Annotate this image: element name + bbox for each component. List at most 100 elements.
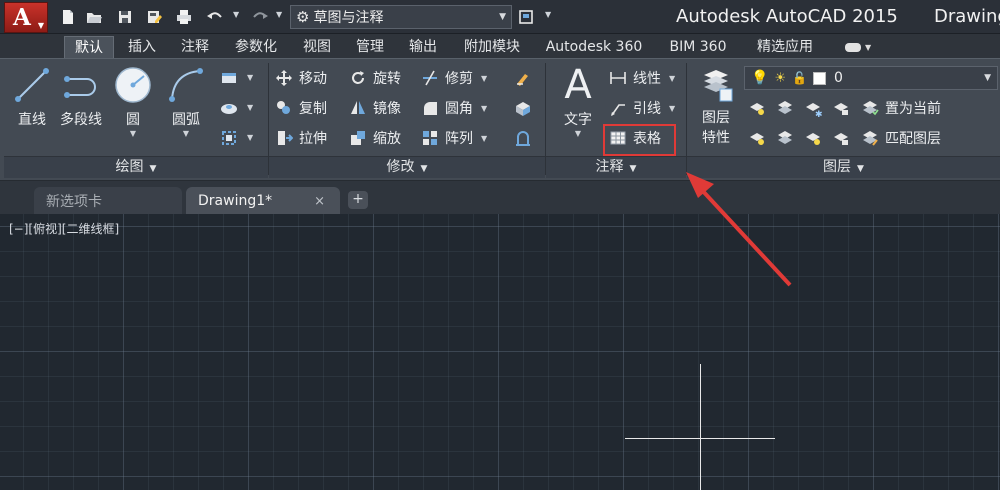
tab-addins[interactable]: 附加模块 xyxy=(452,36,532,58)
trim-button[interactable]: 修剪 ▼ xyxy=(420,65,487,91)
circle-icon xyxy=(115,67,151,103)
text-button[interactable]: A 文字 ▼ xyxy=(558,65,598,138)
tab-view[interactable]: 视图 xyxy=(294,36,340,58)
tab-parametric[interactable]: 参数化 xyxy=(224,36,288,58)
undo-dropdown-icon[interactable]: ▼ xyxy=(233,10,239,19)
layer-properties-button[interactable]: 图层 特性 xyxy=(696,65,736,147)
tab-bim-360[interactable]: BIM 360 xyxy=(658,36,738,58)
file-tab-drawing1[interactable]: Drawing1* × xyxy=(186,187,340,215)
leader-button[interactable]: 引线 ▼ xyxy=(608,95,675,121)
trim-icon xyxy=(423,70,437,86)
explode-button[interactable] xyxy=(512,97,534,119)
layer-on-button[interactable] xyxy=(746,127,768,149)
tab-default[interactable]: 默认 xyxy=(64,36,114,58)
new-tab-button[interactable]: + xyxy=(348,191,368,209)
boundary-button[interactable] xyxy=(218,127,240,149)
chevron-down-icon[interactable]: ▼ xyxy=(130,129,136,138)
chevron-down-icon[interactable]: ▼ xyxy=(669,74,675,83)
layer-select[interactable]: 💡 ☀ 🔓 0 ▼ xyxy=(744,66,998,90)
stretch-icon xyxy=(278,131,293,145)
layer-freeze-button[interactable]: ✱ xyxy=(802,97,824,119)
application-menu-button[interactable]: A ▼ xyxy=(4,2,48,33)
draw-panel-footer[interactable]: 绘图 ▼ xyxy=(4,156,268,178)
copy-button[interactable]: 复制 xyxy=(274,95,327,121)
tab-annotate[interactable]: 注释 xyxy=(170,36,220,58)
linear-label: 线性 xyxy=(633,71,661,87)
tab-output[interactable]: 输出 xyxy=(400,36,446,58)
array-button[interactable]: 阵列 ▼ xyxy=(420,125,487,151)
print-icon xyxy=(177,10,191,24)
open-icon xyxy=(87,13,102,23)
rectangle-button[interactable] xyxy=(218,67,240,89)
print-button[interactable] xyxy=(172,6,196,28)
rotate-button[interactable]: 旋转 xyxy=(348,65,401,91)
rectangle-icon xyxy=(222,73,236,83)
chevron-down-icon[interactable]: ▼ xyxy=(575,129,581,138)
tab-insert[interactable]: 插入 xyxy=(117,36,167,58)
rotate-icon xyxy=(352,71,364,84)
save-button[interactable] xyxy=(113,6,137,28)
viewport-controls[interactable]: [−][俯视][二维线框] xyxy=(9,220,119,237)
circle-button[interactable]: 圆 ▼ xyxy=(113,65,153,138)
chevron-down-icon[interactable]: ▼ xyxy=(183,129,189,138)
polyline-button[interactable]: 多段线 xyxy=(60,65,102,129)
layer-unlock-button[interactable] xyxy=(830,127,852,149)
chevron-down-icon[interactable]: ▼ xyxy=(247,103,253,112)
quick-access-customize-icon[interactable]: ▼ xyxy=(545,10,551,19)
offset-button[interactable] xyxy=(512,127,534,149)
match-layer-button[interactable]: 匹配图层 xyxy=(860,125,941,151)
layer-lock-button[interactable] xyxy=(830,97,852,119)
linear-dimension-button[interactable]: 线性 ▼ xyxy=(608,65,675,91)
move-button[interactable]: 移动 xyxy=(274,65,327,91)
mirror-label: 镜像 xyxy=(373,101,401,117)
trim-label: 修剪 xyxy=(445,71,473,87)
drawing-canvas[interactable]: [−][俯视][二维线框] xyxy=(0,214,1000,490)
stretch-button[interactable]: 拉伸 xyxy=(274,125,327,151)
circle-label: 圆 xyxy=(126,112,140,128)
chevron-down-icon[interactable]: ▼ xyxy=(669,104,675,113)
redo-dropdown-icon[interactable]: ▼ xyxy=(276,10,282,19)
workspace-select[interactable]: ⚙ 草图与注释 ▼ xyxy=(290,5,512,29)
chevron-down-icon[interactable]: ▼ xyxy=(481,134,487,143)
mirror-button[interactable]: 镜像 xyxy=(348,95,401,121)
open-file-button[interactable] xyxy=(82,6,106,28)
mirror-icon xyxy=(351,101,365,114)
chevron-down-icon[interactable]: ▼ xyxy=(247,133,253,142)
layers-panel-footer[interactable]: 图层 ▼ xyxy=(687,156,1000,178)
crosshair-cursor-vertical xyxy=(700,364,701,490)
tab-manage[interactable]: 管理 xyxy=(346,36,394,58)
modify-panel-footer[interactable]: 修改 ▼ xyxy=(269,156,545,178)
layer-freeze-icon: ✱ xyxy=(806,103,823,118)
fillet-button[interactable]: 圆角 ▼ xyxy=(420,95,487,121)
line-button[interactable]: 直线 xyxy=(12,65,52,129)
file-tab-start[interactable]: 新选项卡 xyxy=(34,187,182,215)
redo-button[interactable] xyxy=(248,6,272,28)
ribbon-minimize-button[interactable]: ▼ xyxy=(845,40,881,54)
chevron-down-icon: ▼ xyxy=(149,164,157,174)
scale-button[interactable]: 缩放 xyxy=(348,125,401,151)
stretch-label: 拉伸 xyxy=(299,131,327,147)
chevron-down-icon[interactable]: ▼ xyxy=(247,73,253,82)
layer-isolate-button[interactable] xyxy=(774,97,796,119)
layer-off-icon xyxy=(750,103,764,115)
set-current-icon xyxy=(863,101,879,116)
new-file-button[interactable] xyxy=(56,6,80,28)
close-icon[interactable]: × xyxy=(314,194,325,209)
erase-button[interactable] xyxy=(512,67,534,89)
tab-autodesk-360[interactable]: Autodesk 360 xyxy=(538,36,650,58)
workspace-name: 草图与注释 xyxy=(313,10,384,26)
layer-state-button[interactable] xyxy=(514,6,538,28)
undo-button[interactable] xyxy=(203,6,227,28)
chevron-down-icon[interactable]: ▼ xyxy=(481,104,487,113)
layer-off-button[interactable] xyxy=(746,97,768,119)
chevron-down-icon[interactable]: ▼ xyxy=(481,74,487,83)
save-as-button[interactable] xyxy=(142,6,166,28)
set-current-layer-button[interactable]: 置为当前 xyxy=(860,95,941,121)
arc-button[interactable]: 圆弧 ▼ xyxy=(166,65,206,138)
layer-thaw-button[interactable] xyxy=(802,127,824,149)
tab-featured-apps[interactable]: 精选应用 xyxy=(745,36,825,58)
layer-unisolate-button[interactable] xyxy=(774,127,796,149)
annotation-panel-footer[interactable]: 注释 ▼ xyxy=(546,156,686,178)
hatch-button[interactable] xyxy=(218,97,240,119)
svg-text:✱: ✱ xyxy=(815,110,823,118)
